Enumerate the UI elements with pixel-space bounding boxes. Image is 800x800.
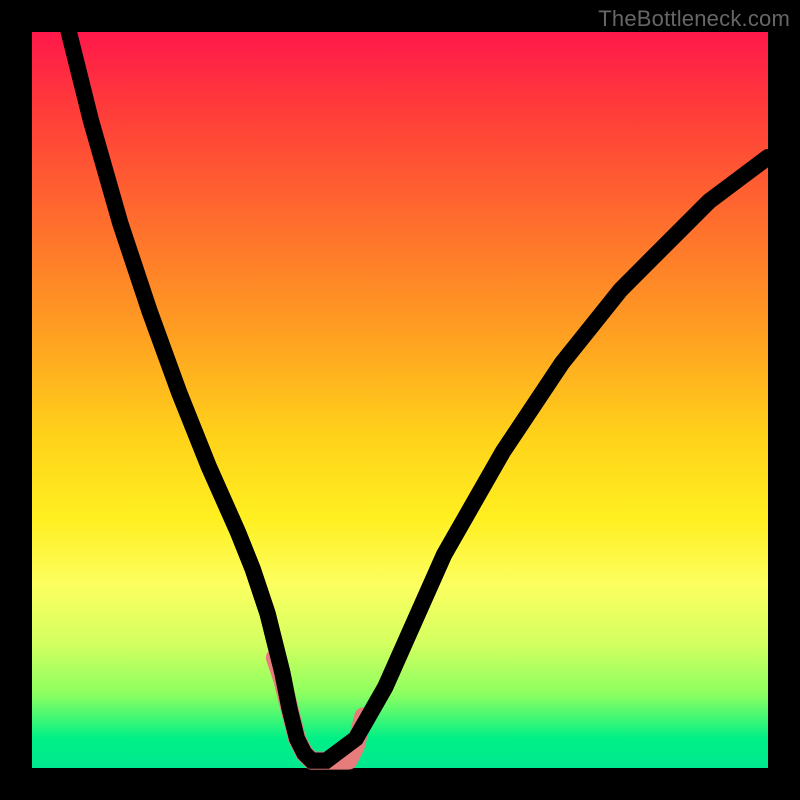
chart-svg [32,32,768,768]
watermark-text: TheBottleneck.com [598,6,790,32]
bottleneck-curve-top [61,3,768,761]
chart-area [32,32,768,768]
